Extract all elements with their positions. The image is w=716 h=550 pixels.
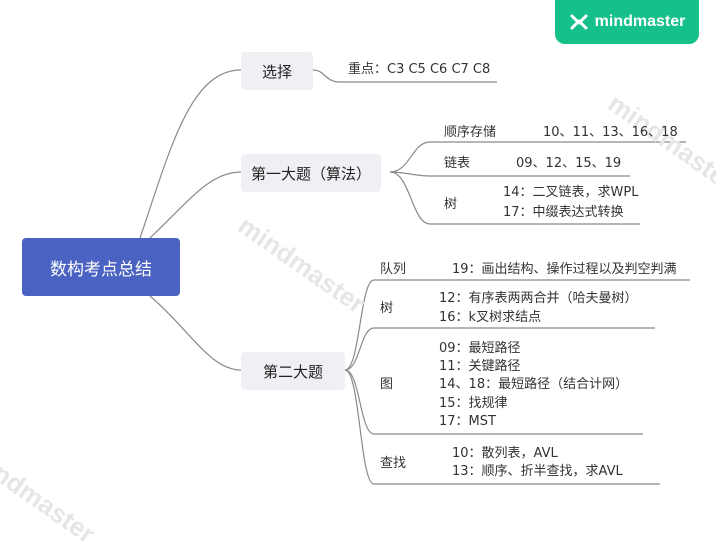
choice-topic[interactable]: 重点：C3 C5 C6 C7 C8	[348, 61, 490, 79]
branch-algorithm[interactable]: 第一大题（算法）	[241, 154, 381, 192]
algo-linkedlist-label[interactable]: 链表	[444, 155, 470, 173]
q2-tree-item[interactable]: 16：k叉树求结点	[439, 309, 541, 327]
q2-tree-label[interactable]: 树	[380, 300, 393, 318]
algo-tree-item[interactable]: 17：中缀表达式转换	[503, 204, 624, 222]
q2-search-item[interactable]: 10：散列表，AVL	[452, 445, 558, 463]
branch-second-question[interactable]: 第二大题	[241, 352, 345, 390]
algo-tree-item[interactable]: 14：二叉链表，求WPL	[503, 184, 638, 202]
branch-choice[interactable]: 选择	[241, 52, 313, 90]
mindmaster-logo-icon	[570, 14, 588, 30]
q2-graph-item[interactable]: 17：MST	[439, 413, 496, 431]
q2-tree-item[interactable]: 12：有序表两两合并（哈夫曼树）	[439, 290, 638, 308]
q2-search-label[interactable]: 查找	[380, 455, 406, 473]
mindmaster-logo: mindmaster	[555, 0, 699, 44]
algo-sequential-label[interactable]: 顺序存储	[444, 124, 496, 142]
root-node[interactable]: 数构考点总结	[22, 238, 180, 296]
q2-search-item[interactable]: 13：顺序、折半查找，求AVL	[452, 463, 623, 481]
algo-sequential-item[interactable]: 10、11、13、16、18	[543, 124, 678, 142]
q2-queue-label[interactable]: 队列	[380, 261, 406, 279]
q2-graph-item[interactable]: 11：关键路径	[439, 358, 521, 376]
brand-name: mindmaster	[594, 13, 686, 30]
q2-graph-item[interactable]: 14、18：最短路径（结合计网）	[439, 376, 628, 394]
q2-queue-item[interactable]: 19：画出结构、操作过程以及判空判满	[452, 261, 677, 279]
q2-graph-item[interactable]: 09：最短路径	[439, 340, 521, 358]
q2-graph-item[interactable]: 15：找规律	[439, 395, 508, 413]
algo-tree-label[interactable]: 树	[444, 196, 457, 214]
algo-linkedlist-item[interactable]: 09、12、15、19	[516, 155, 621, 173]
q2-graph-label[interactable]: 图	[380, 376, 393, 394]
